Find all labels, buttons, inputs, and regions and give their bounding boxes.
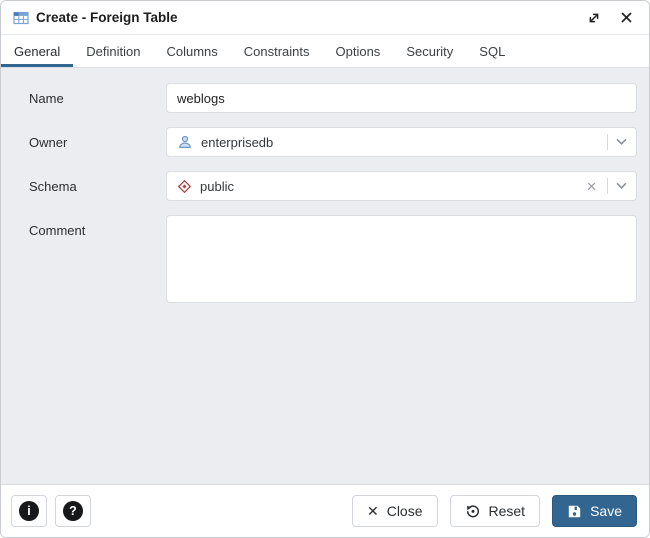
name-input[interactable] (166, 83, 637, 113)
chevron-down-icon[interactable] (616, 182, 627, 190)
dialog-tabs: General Definition Columns Constraints O… (1, 35, 649, 68)
reset-button[interactable]: Reset (450, 495, 541, 527)
schema-select[interactable]: public ✕ (166, 171, 637, 201)
tab-definition[interactable]: Definition (73, 35, 153, 67)
user-icon (177, 134, 193, 150)
reset-button-label: Reset (489, 503, 526, 519)
dialog-help-button[interactable]: ? (55, 495, 91, 527)
tab-sql-label: SQL (479, 44, 505, 59)
expand-dialog-icon[interactable] (585, 9, 603, 27)
footer-help-group: i ? (11, 495, 340, 527)
tab-constraints[interactable]: Constraints (231, 35, 323, 67)
info-icon: i (19, 501, 39, 521)
tab-columns[interactable]: Columns (153, 35, 230, 67)
select-divider (607, 134, 608, 150)
chevron-down-icon[interactable] (616, 138, 627, 146)
close-x-icon: ✕ (367, 504, 379, 518)
tab-security-label: Security (406, 44, 453, 59)
name-label: Name (29, 83, 166, 113)
tab-options-label: Options (336, 44, 381, 59)
tab-sql[interactable]: SQL (466, 35, 518, 67)
tab-general-label: General (14, 44, 60, 59)
comment-row: Comment (29, 215, 637, 308)
select-divider (607, 178, 608, 194)
reset-icon (465, 503, 481, 519)
save-floppy-icon (567, 504, 582, 519)
tab-columns-label: Columns (166, 44, 217, 59)
tab-constraints-label: Constraints (244, 44, 310, 59)
name-row: Name (29, 83, 637, 113)
save-button-label: Save (590, 503, 622, 519)
question-icon: ? (63, 501, 83, 521)
owner-select[interactable]: enterprisedb (166, 127, 637, 157)
schema-selected-value: public (200, 179, 584, 194)
close-dialog-icon[interactable] (617, 9, 635, 27)
comment-label: Comment (29, 215, 166, 308)
dialog-footer: i ? ✕ Close Reset (1, 484, 649, 537)
tab-definition-label: Definition (86, 44, 140, 59)
schema-diamond-icon (177, 179, 192, 194)
tab-options[interactable]: Options (323, 35, 394, 67)
owner-selected-value: enterprisedb (201, 135, 599, 150)
sql-help-button[interactable]: i (11, 495, 47, 527)
create-foreign-table-dialog: Create - Foreign Table General Definitio… (0, 0, 650, 538)
general-tab-panel: Name Owner enterprisedb (1, 68, 649, 484)
close-button[interactable]: ✕ Close (352, 495, 438, 527)
close-button-label: Close (387, 503, 423, 519)
schema-row: Schema public ✕ (29, 171, 637, 201)
schema-label: Schema (29, 171, 166, 201)
owner-row: Owner enterprisedb (29, 127, 637, 157)
dialog-titlebar: Create - Foreign Table (1, 1, 649, 35)
dialog-title: Create - Foreign Table (36, 10, 571, 25)
comment-textarea[interactable] (166, 215, 637, 303)
tab-general[interactable]: General (1, 35, 73, 67)
foreign-table-icon (13, 10, 29, 26)
clear-selection-icon[interactable]: ✕ (584, 180, 599, 193)
save-button[interactable]: Save (552, 495, 637, 527)
owner-label: Owner (29, 127, 166, 157)
tab-security[interactable]: Security (393, 35, 466, 67)
